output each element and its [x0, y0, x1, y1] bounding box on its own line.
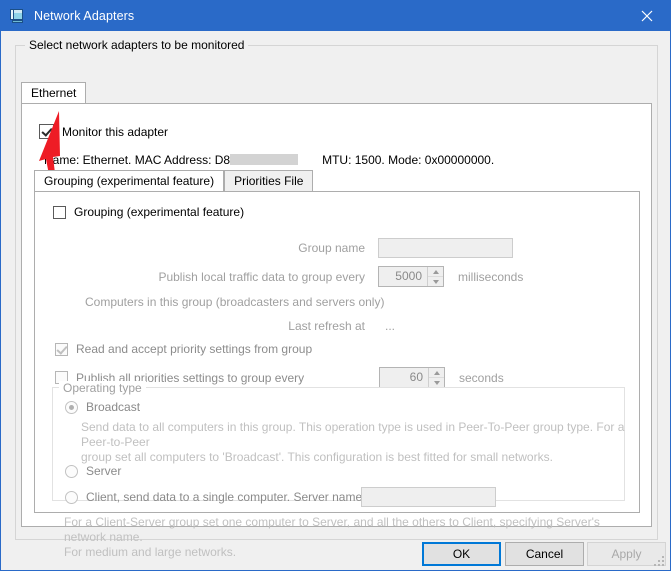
resize-grip[interactable] [654, 556, 666, 568]
last-refresh-row: Last refresh at ... [213, 319, 395, 333]
broadcast-description-line1: Send data to all computers in this group… [81, 420, 624, 449]
tab-ethernet[interactable]: Ethernet [21, 82, 86, 103]
server-label: Server [86, 464, 121, 478]
broadcast-description-line2: group set all computers to 'Broadcast'. … [81, 450, 553, 464]
computers-in-group-label: Computers in this group (broadcasters an… [85, 295, 384, 309]
client-server-description-line1: For a Client-Server group set one comput… [64, 515, 600, 544]
spin-up-icon[interactable] [428, 267, 443, 277]
operating-type-legend: Operating type [59, 381, 146, 395]
spin-down-icon[interactable] [429, 378, 444, 387]
grouping-enable-label: Grouping (experimental feature) [74, 205, 244, 219]
spin-down-icon[interactable] [428, 277, 443, 286]
mac-address-redaction [230, 154, 298, 165]
server-radio[interactable] [65, 465, 78, 478]
broadcast-description: Send data to all computers in this group… [81, 420, 626, 465]
monitor-this-adapter-label: Monitor this adapter [62, 125, 168, 139]
adapter-info-line: Name: Ethernet. MAC Address: D8 MTU: 1500… [44, 153, 494, 167]
network-adapter-icon [10, 8, 26, 24]
read-accept-row[interactable]: Read and accept priority settings from g… [55, 342, 312, 356]
grouping-tabstrip: Grouping (experimental feature)Prioritie… [34, 170, 313, 192]
grouping-enable-row[interactable]: Grouping (experimental feature) [53, 205, 244, 219]
monitor-this-adapter-checkbox[interactable] [39, 124, 54, 139]
publish-local-stepper[interactable]: 5000 [378, 266, 444, 287]
grouping-enable-checkbox[interactable] [53, 206, 66, 219]
publish-local-label: Publish local traffic data to group ever… [75, 270, 365, 284]
spin-up-icon[interactable] [429, 368, 444, 378]
client-radio[interactable] [65, 491, 78, 504]
tab-grouping[interactable]: Grouping (experimental feature) [34, 170, 224, 191]
server-radio-row[interactable]: Server [65, 464, 121, 478]
grouping-tabpanel: Grouping (experimental feature) Group na… [34, 191, 640, 513]
client-server-description-line2: For medium and large networks. [64, 545, 236, 559]
window-title: Network Adapters [34, 9, 134, 23]
client-radio-row[interactable]: Client, send data to a single computer. … [65, 487, 496, 507]
title-bar: Network Adapters [1, 1, 670, 31]
ok-button[interactable]: OK [422, 542, 501, 566]
adapter-tabpanel: Monitor this adapter Name: Ethernet. MAC… [21, 103, 652, 527]
group-name-label: Group name [213, 241, 365, 255]
select-adapters-label: Select network adapters to be monitored [25, 38, 248, 52]
monitor-this-adapter-row[interactable]: Monitor this adapter [39, 124, 168, 139]
publish-all-unit: seconds [459, 371, 504, 385]
computers-in-group-row: Computers in this group (broadcasters an… [85, 295, 384, 309]
broadcast-radio[interactable] [65, 401, 78, 414]
publish-all-stepper[interactable]: 60 [379, 367, 445, 388]
last-refresh-label: Last refresh at [213, 319, 365, 333]
adapter-info-prefix: Name: Ethernet. MAC Address: D8 [44, 153, 230, 167]
last-refresh-value: ... [385, 319, 395, 333]
read-accept-checkbox[interactable] [55, 343, 68, 356]
group-name-row: Group name [213, 238, 533, 258]
publish-local-value: 5000 [379, 267, 427, 286]
dialog-client-area: Select network adapters to be monitored … [1, 31, 670, 571]
close-icon[interactable] [624, 1, 670, 31]
group-name-input[interactable] [378, 238, 513, 258]
publish-all-value: 60 [380, 368, 428, 387]
adapter-info-suffix: MTU: 1500. Mode: 0x00000000. [322, 153, 494, 167]
publish-local-row: Publish local traffic data to group ever… [75, 266, 523, 287]
adapter-tabstrip: Ethernet [21, 82, 652, 104]
tab-priorities-file[interactable]: Priorities File [224, 170, 313, 191]
publish-all-spin-buttons[interactable] [428, 368, 444, 387]
server-name-input[interactable] [361, 487, 496, 507]
publish-local-unit: milliseconds [458, 270, 523, 284]
broadcast-label: Broadcast [86, 400, 140, 414]
network-adapters-dialog: Network Adapters Select network adapters… [0, 0, 671, 571]
publish-local-spin-buttons[interactable] [427, 267, 443, 286]
broadcast-radio-row[interactable]: Broadcast [65, 400, 140, 414]
read-accept-label: Read and accept priority settings from g… [76, 342, 312, 356]
ok-button-label: OK [424, 544, 499, 564]
client-label: Client, send data to a single computer. … [86, 490, 348, 504]
cancel-button[interactable]: Cancel [505, 542, 584, 566]
